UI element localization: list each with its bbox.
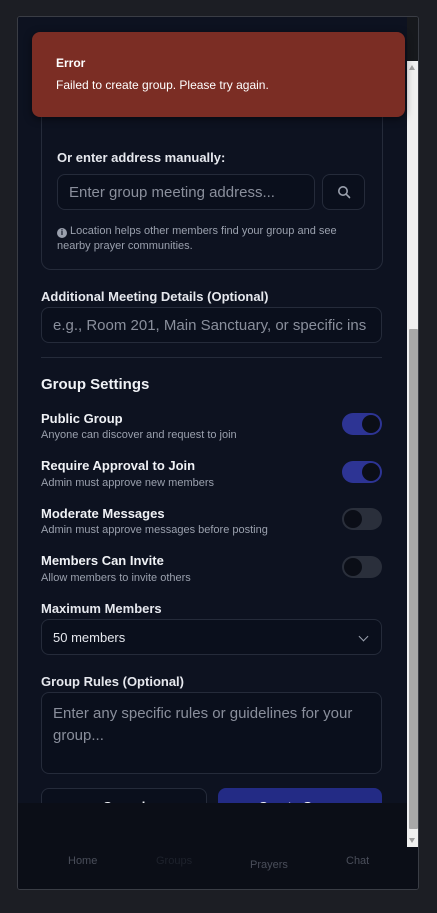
require-approval-toggle[interactable] xyxy=(342,461,382,483)
members-invite-toggle[interactable] xyxy=(342,556,382,578)
address-placeholder: Enter group meeting address... xyxy=(69,183,275,201)
public-group-toggle[interactable] xyxy=(342,413,382,435)
setting-moderate-title: Moderate Messages xyxy=(41,506,165,521)
setting-public-title: Public Group xyxy=(41,411,123,426)
scrollbar[interactable] xyxy=(407,61,418,847)
rules-label: Group Rules (Optional) xyxy=(41,674,184,689)
details-input[interactable]: e.g., Room 201, Main Sanctuary, or speci… xyxy=(41,307,382,343)
toggle-knob xyxy=(362,415,380,433)
chevron-down-icon xyxy=(358,631,369,642)
nav-item-home[interactable]: Home xyxy=(68,855,97,867)
scroll-up-arrow-icon[interactable] xyxy=(409,65,415,70)
toggle-knob xyxy=(344,558,362,576)
location-hint-text: Location helps other members find your g… xyxy=(57,225,337,252)
nav-item-prayers[interactable]: Prayers xyxy=(250,859,288,871)
toast-title: Error xyxy=(56,56,86,70)
manual-address-label: Or enter address manually: xyxy=(57,150,226,165)
moderate-messages-toggle[interactable] xyxy=(342,508,382,530)
toast-message: Failed to create group. Please try again… xyxy=(56,78,269,92)
cancel-button[interactable]: Cancel xyxy=(41,788,207,803)
location-hint: i Location helps other members find your … xyxy=(57,224,367,254)
max-members-select[interactable]: 50 members xyxy=(41,619,382,655)
rules-placeholder: Enter any specific rules or guidelines f… xyxy=(53,705,353,744)
setting-moderate-desc: Admin must approve messages before posti… xyxy=(41,524,268,536)
create-group-button[interactable]: Create Group xyxy=(218,788,382,803)
app-window: Or enter address manually: Enter group m… xyxy=(17,16,419,890)
address-input[interactable]: Enter group meeting address... xyxy=(57,174,315,210)
setting-approval-desc: Admin must approve new members xyxy=(41,477,215,489)
create-group-modal: Or enter address manually: Enter group m… xyxy=(18,17,407,803)
address-search-button[interactable] xyxy=(322,174,365,210)
max-members-value: 50 members xyxy=(53,629,126,645)
details-label: Additional Meeting Details (Optional) xyxy=(41,289,269,304)
bottom-nav: Home Groups Prayers Chat xyxy=(18,847,418,889)
rules-textarea[interactable]: Enter any specific rules or guidelines f… xyxy=(41,692,382,774)
nav-item-chat[interactable]: Chat xyxy=(346,855,369,867)
section-divider xyxy=(41,357,382,358)
setting-public-desc: Anyone can discover and request to join xyxy=(41,429,237,441)
nav-item-groups[interactable]: Groups xyxy=(156,855,192,867)
setting-invite-desc: Allow members to invite others xyxy=(41,572,191,584)
scroll-thumb[interactable] xyxy=(409,329,418,829)
setting-approval-title: Require Approval to Join xyxy=(41,458,196,473)
scroll-down-arrow-icon[interactable] xyxy=(409,838,415,843)
info-icon: i xyxy=(57,228,67,238)
settings-title: Group Settings xyxy=(41,376,150,393)
details-placeholder: e.g., Room 201, Main Sanctuary, or speci… xyxy=(53,316,367,334)
toggle-knob xyxy=(344,510,362,528)
error-toast[interactable]: Error Failed to create group. Please try… xyxy=(32,32,405,117)
toggle-knob xyxy=(362,463,380,481)
search-icon xyxy=(337,186,350,199)
max-members-label: Maximum Members xyxy=(41,601,162,616)
setting-invite-title: Members Can Invite xyxy=(41,553,164,568)
